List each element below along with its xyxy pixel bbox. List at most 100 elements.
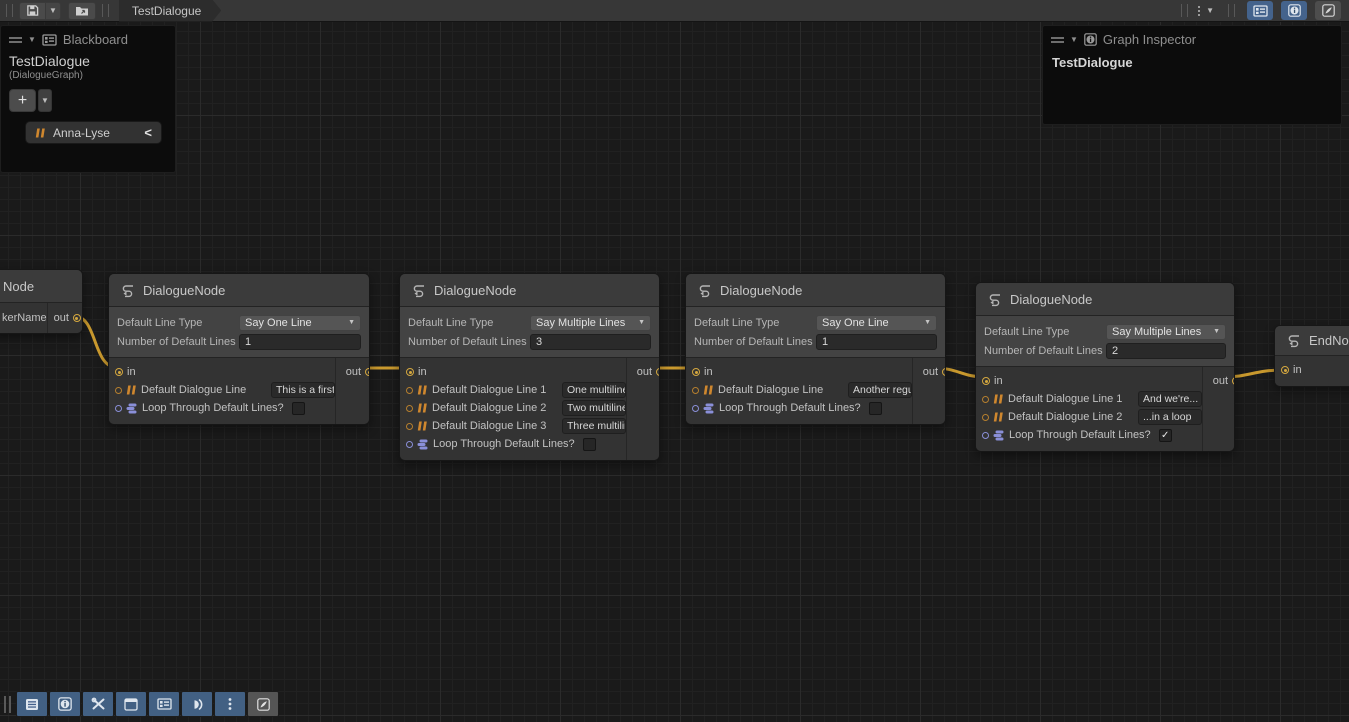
dialogue-line-port[interactable]	[982, 414, 989, 421]
dialogue-graph-editor: ▼ TestDialogue ▼	[0, 0, 1349, 722]
node-title-bar[interactable]: DialogueNode	[976, 283, 1234, 316]
dialogue-line-port[interactable]	[406, 423, 413, 430]
blackboard-panel[interactable]: ▼ Blackboard TestDialogue (DialogueGraph…	[0, 25, 176, 173]
toolbar-drag-handle[interactable]	[1181, 4, 1188, 17]
dialogue-node-2[interactable]: DialogueNode Default Line Type Say Multi…	[399, 273, 660, 461]
input-port[interactable]	[692, 368, 700, 376]
toggle-blackboard-button[interactable]	[148, 691, 180, 717]
input-port[interactable]	[115, 368, 123, 376]
num-lines-field[interactable]: 1	[239, 334, 361, 350]
drag-handle-icon[interactable]	[1051, 37, 1064, 43]
blackboard-icon	[42, 34, 57, 46]
line-type-dropdown[interactable]: Say One Line ▼	[816, 315, 937, 331]
toggle-quill-button[interactable]	[247, 691, 279, 717]
quote-icon	[126, 385, 137, 395]
port-label: out	[346, 366, 361, 378]
dialogue-node-1[interactable]: DialogueNode Default Line Type Say One L…	[108, 273, 370, 425]
dialogue-line-field[interactable]: And we're...	[1138, 391, 1202, 407]
input-port[interactable]	[1281, 366, 1289, 374]
save-dropdown-button[interactable]: ▼	[46, 2, 61, 20]
node-title-bar[interactable]: DialogueNode	[686, 274, 945, 307]
dialogue-line-field[interactable]: Two multiline	[562, 400, 626, 416]
output-port[interactable]	[656, 368, 660, 376]
drag-handle-icon[interactable]	[9, 37, 22, 43]
breadcrumb-tab[interactable]: TestDialogue	[119, 0, 221, 22]
add-property-button[interactable]: +	[9, 89, 36, 112]
line-type-label: Default Line Type	[984, 326, 1106, 338]
loop-checkbox[interactable]	[292, 402, 305, 415]
line-type-dropdown[interactable]: Say Multiple Lines ▼	[1106, 324, 1226, 340]
dialogue-line-field[interactable]: This is a first	[271, 382, 335, 398]
output-port[interactable]	[365, 368, 370, 376]
loop-port[interactable]	[115, 405, 122, 412]
node-title: DialogueNode	[720, 283, 802, 298]
quote-icon	[417, 421, 428, 431]
chevron-down-icon: ▼	[638, 319, 645, 326]
loop-port[interactable]	[982, 432, 989, 439]
toolbar-drag-handle[interactable]	[1228, 4, 1235, 17]
flow-node-icon	[119, 283, 136, 298]
line-type-dropdown[interactable]: Say One Line ▼	[239, 315, 361, 331]
start-node-partial[interactable]: Node kerName out	[0, 269, 83, 334]
output-port[interactable]	[942, 368, 946, 376]
info-icon	[58, 697, 72, 711]
toggle-blackboard-button[interactable]	[1247, 1, 1273, 20]
dialogue-node-3[interactable]: DialogueNode Default Line Type Say One L…	[685, 273, 946, 425]
output-port[interactable]	[1232, 377, 1235, 385]
dropdown-value: Say One Line	[245, 317, 312, 329]
blackboard-property-anna-lyse[interactable]: Anna-Lyse <	[25, 121, 162, 144]
toggle-window-button[interactable]	[115, 691, 147, 717]
toolbar-drag-handle[interactable]	[6, 4, 13, 17]
dialogue-line-port[interactable]	[692, 387, 699, 394]
loop-checkbox[interactable]	[869, 402, 882, 415]
blackboard-header[interactable]: ▼ Blackboard	[1, 26, 175, 51]
dialogue-line-port[interactable]	[115, 387, 122, 394]
input-port[interactable]	[406, 368, 414, 376]
toggle-inspector-button[interactable]	[49, 691, 81, 717]
save-button[interactable]	[19, 2, 46, 20]
loop-checkbox[interactable]	[583, 438, 596, 451]
input-port[interactable]	[982, 377, 990, 385]
node-title-bar[interactable]: DialogueNode	[109, 274, 369, 307]
toggle-graph-inspector-button[interactable]	[1281, 1, 1307, 20]
loop-port[interactable]	[692, 405, 699, 412]
toggle-preview-button[interactable]	[1315, 1, 1341, 20]
toggle-preview-pane-button[interactable]	[181, 691, 213, 717]
dialogue-line-port[interactable]	[406, 387, 413, 394]
output-port[interactable]	[73, 314, 81, 322]
dialogue-line-field[interactable]: One multiline	[562, 382, 626, 398]
line-type-dropdown[interactable]: Say Multiple Lines ▼	[530, 315, 651, 331]
node-title-bar[interactable]: DialogueNode	[400, 274, 659, 307]
loop-port[interactable]	[406, 441, 413, 448]
dialogue-line-field[interactable]: Another regu	[848, 382, 912, 398]
dialogue-line-field[interactable]: Three multilin	[562, 418, 626, 434]
node-title-bar[interactable]: Node	[0, 270, 82, 303]
graph-inspector-header[interactable]: ▼ Graph Inspector	[1043, 26, 1341, 51]
port-label: Default Dialogue Line 1	[1008, 393, 1126, 405]
dialogue-line-port[interactable]	[406, 405, 413, 412]
overflow-menu-button[interactable]	[1194, 6, 1204, 16]
num-lines-field[interactable]: 2	[1106, 343, 1226, 359]
dialogue-node-4[interactable]: DialogueNode Default Line Type Say Multi…	[975, 282, 1235, 452]
chevron-down-icon[interactable]: ▼	[1206, 6, 1214, 15]
end-node[interactable]: EndNode in	[1274, 325, 1349, 387]
chevron-left-icon[interactable]: <	[144, 125, 152, 140]
toolbar-drag-handle[interactable]	[102, 4, 109, 17]
port-label: Loop Through Default Lines?	[719, 402, 861, 414]
toolbar-drag-handle[interactable]	[4, 696, 11, 713]
dialogue-line-port[interactable]	[982, 396, 989, 403]
overflow-menu-button[interactable]	[214, 691, 246, 717]
add-property-dropdown[interactable]: ▼	[38, 89, 52, 112]
graph-inspector-panel[interactable]: ▼ Graph Inspector TestDialogue	[1042, 25, 1342, 125]
loop-checkbox[interactable]: ✓	[1159, 429, 1172, 442]
num-lines-field[interactable]: 1	[816, 334, 937, 350]
collapse-triangle-icon[interactable]: ▼	[1070, 35, 1078, 44]
num-lines-field[interactable]: 3	[530, 334, 651, 350]
open-asset-button[interactable]	[68, 2, 96, 20]
node-title-bar[interactable]: EndNode	[1275, 326, 1349, 356]
collapse-triangle-icon[interactable]: ▼	[28, 35, 36, 44]
toggle-tools-button[interactable]	[82, 691, 114, 717]
port-label: in	[704, 366, 713, 378]
dialogue-line-field[interactable]: ...in a loop	[1138, 409, 1202, 425]
toggle-console-button[interactable]	[16, 691, 48, 717]
